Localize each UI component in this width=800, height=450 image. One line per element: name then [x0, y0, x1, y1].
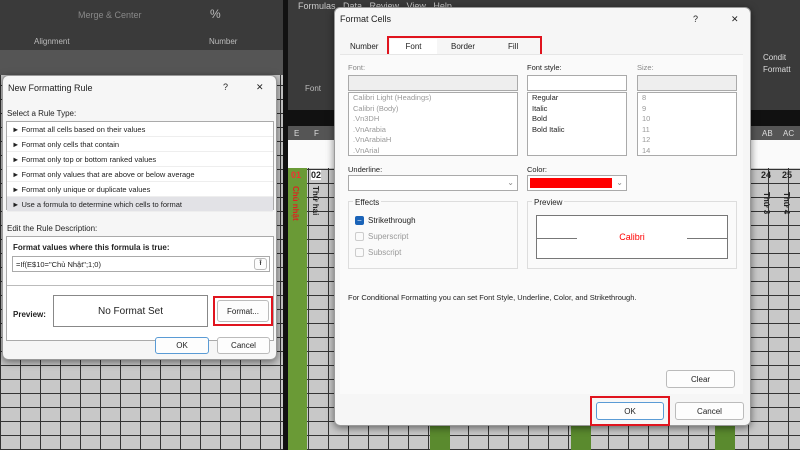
column-f[interactable]: F — [314, 129, 319, 138]
superscript-checkbox[interactable]: Superscript — [355, 232, 408, 241]
color-label: Color: — [527, 165, 548, 174]
alignment-group-label: Alignment — [34, 37, 70, 46]
subscript-checkbox[interactable]: Subscript — [355, 248, 401, 257]
color-select[interactable]: ⌄ — [527, 175, 627, 191]
column-ab[interactable]: AB — [762, 129, 773, 138]
sunday-column — [715, 425, 735, 450]
size-list[interactable]: 8 9 10 11 12 14 — [637, 92, 737, 156]
cancel-button[interactable]: Cancel — [675, 402, 744, 420]
tab-number[interactable]: Number — [350, 42, 378, 51]
font-input[interactable] — [348, 75, 518, 91]
size-input[interactable] — [637, 75, 737, 91]
rule-type-item[interactable]: ► Format only values that are above or b… — [7, 167, 273, 182]
preview-label: Preview: — [13, 310, 46, 319]
preview-box: No Format Set — [53, 295, 208, 327]
font-label: Font: — [348, 63, 366, 72]
right-screenshot: Formulas Data Review View Help Font Cond… — [288, 0, 800, 450]
underline-select[interactable]: ⌄ — [348, 175, 518, 191]
tab-font[interactable]: Font — [390, 39, 437, 54]
font-group-label: Font — [305, 84, 322, 93]
color-swatch — [530, 178, 612, 188]
help-button[interactable]: ? — [693, 14, 698, 24]
effects-group: Effects – Strikethrough Superscript Subsc… — [348, 198, 518, 269]
dialog-title: New Formatting Rule — [8, 83, 93, 93]
sunday-column — [571, 425, 591, 450]
rule-type-list: ► Format all cells based on their values… — [6, 121, 274, 212]
rule-type-item[interactable]: ► Format all cells based on their values — [7, 122, 273, 137]
rule-type-item[interactable]: ► Format only top or bottom ranked value… — [7, 152, 273, 167]
rule-type-label: Select a Rule Type: — [7, 109, 77, 118]
close-button[interactable]: ✕ — [731, 14, 739, 25]
font-style-label: Font style: — [527, 63, 562, 72]
dialog-title: Format Cells — [340, 14, 392, 24]
column-e[interactable]: E — [294, 129, 299, 138]
strikethrough-checkbox[interactable]: – Strikethrough — [355, 216, 416, 225]
conditional-formatting-button[interactable]: Condit Formatt — [763, 52, 791, 76]
tab-fill[interactable]: Fill — [508, 42, 518, 51]
font-tab-panel: Font: Calibri Light (Headings) Calibri (B… — [340, 54, 743, 394]
merge-center-button[interactable]: Merge & Center — [78, 10, 142, 20]
formula-input[interactable]: =If(E$10="Chủ Nhật";1;0) — [12, 256, 270, 272]
chevron-down-icon: ⌄ — [507, 178, 514, 187]
clear-button[interactable]: Clear — [666, 370, 735, 388]
formula-label: Format values where this formula is true… — [13, 243, 170, 252]
cancel-button[interactable]: Cancel — [217, 337, 270, 354]
close-button[interactable]: ✕ — [256, 82, 264, 93]
percent-icon[interactable]: % — [210, 7, 221, 21]
tab-border[interactable]: Border — [451, 42, 475, 51]
preview-box: Calibri — [536, 215, 728, 259]
chevron-down-icon: ⌄ — [616, 178, 623, 187]
conditional-formatting-note: For Conditional Formatting you can set F… — [348, 293, 637, 302]
weekday-02: Thứ hai — [311, 186, 320, 216]
rule-type-item[interactable]: ► Format only unique or duplicate values — [7, 182, 273, 197]
size-label: Size: — [637, 63, 654, 72]
underline-label: Underline: — [348, 165, 383, 174]
font-list[interactable]: Calibri Light (Headings) Calibri (Body) .V… — [348, 92, 518, 156]
rule-type-item[interactable]: ► Format only cells that contain — [7, 137, 273, 152]
format-cells-dialog: Format Cells ? ✕ Number Font Border Fill… — [334, 7, 751, 426]
preview-label: Preview — [532, 198, 565, 207]
weekday-24: Thứ 3 — [762, 192, 771, 215]
ribbon: Merge & Center Alignment Number % — [0, 0, 283, 50]
edit-rule-label: Edit the Rule Description: — [7, 224, 98, 233]
day-24: 24 — [761, 170, 772, 180]
ok-button[interactable]: OK — [155, 337, 209, 354]
left-screenshot: Merge & Center Alignment Number % New Fo… — [0, 0, 283, 450]
effects-label: Effects — [353, 198, 382, 207]
rule-description-panel: Format values where this formula is true… — [6, 236, 274, 341]
font-style-input[interactable] — [527, 75, 627, 91]
ok-button[interactable]: OK — [596, 402, 664, 420]
formula-bar — [0, 50, 283, 75]
weekday-01: Chủ nhật — [291, 186, 300, 221]
day-01: 01 — [291, 170, 302, 180]
divider — [7, 285, 273, 286]
column-ac[interactable]: AC — [783, 129, 794, 138]
weekday-25: Thứ 4 — [782, 192, 791, 215]
number-group-label: Number — [209, 37, 238, 46]
preview-text: Calibri — [619, 232, 645, 242]
font-style-list[interactable]: Regular Italic Bold Bold Italic — [527, 92, 627, 156]
preview-group: Preview Calibri — [527, 198, 737, 269]
rule-type-item-selected[interactable]: ► Use a formula to determine which cells… — [7, 197, 273, 212]
help-button[interactable]: ? — [223, 82, 228, 92]
new-formatting-rule-dialog: New Formatting Rule ? ✕ Select a Rule Ty… — [2, 75, 277, 360]
collapse-dialog-icon[interactable]: ⭱ — [254, 258, 267, 270]
sunday-column — [430, 425, 450, 450]
day-02: 02 — [311, 170, 322, 180]
format-button[interactable]: Format... — [217, 300, 269, 322]
day-25: 25 — [782, 170, 793, 180]
